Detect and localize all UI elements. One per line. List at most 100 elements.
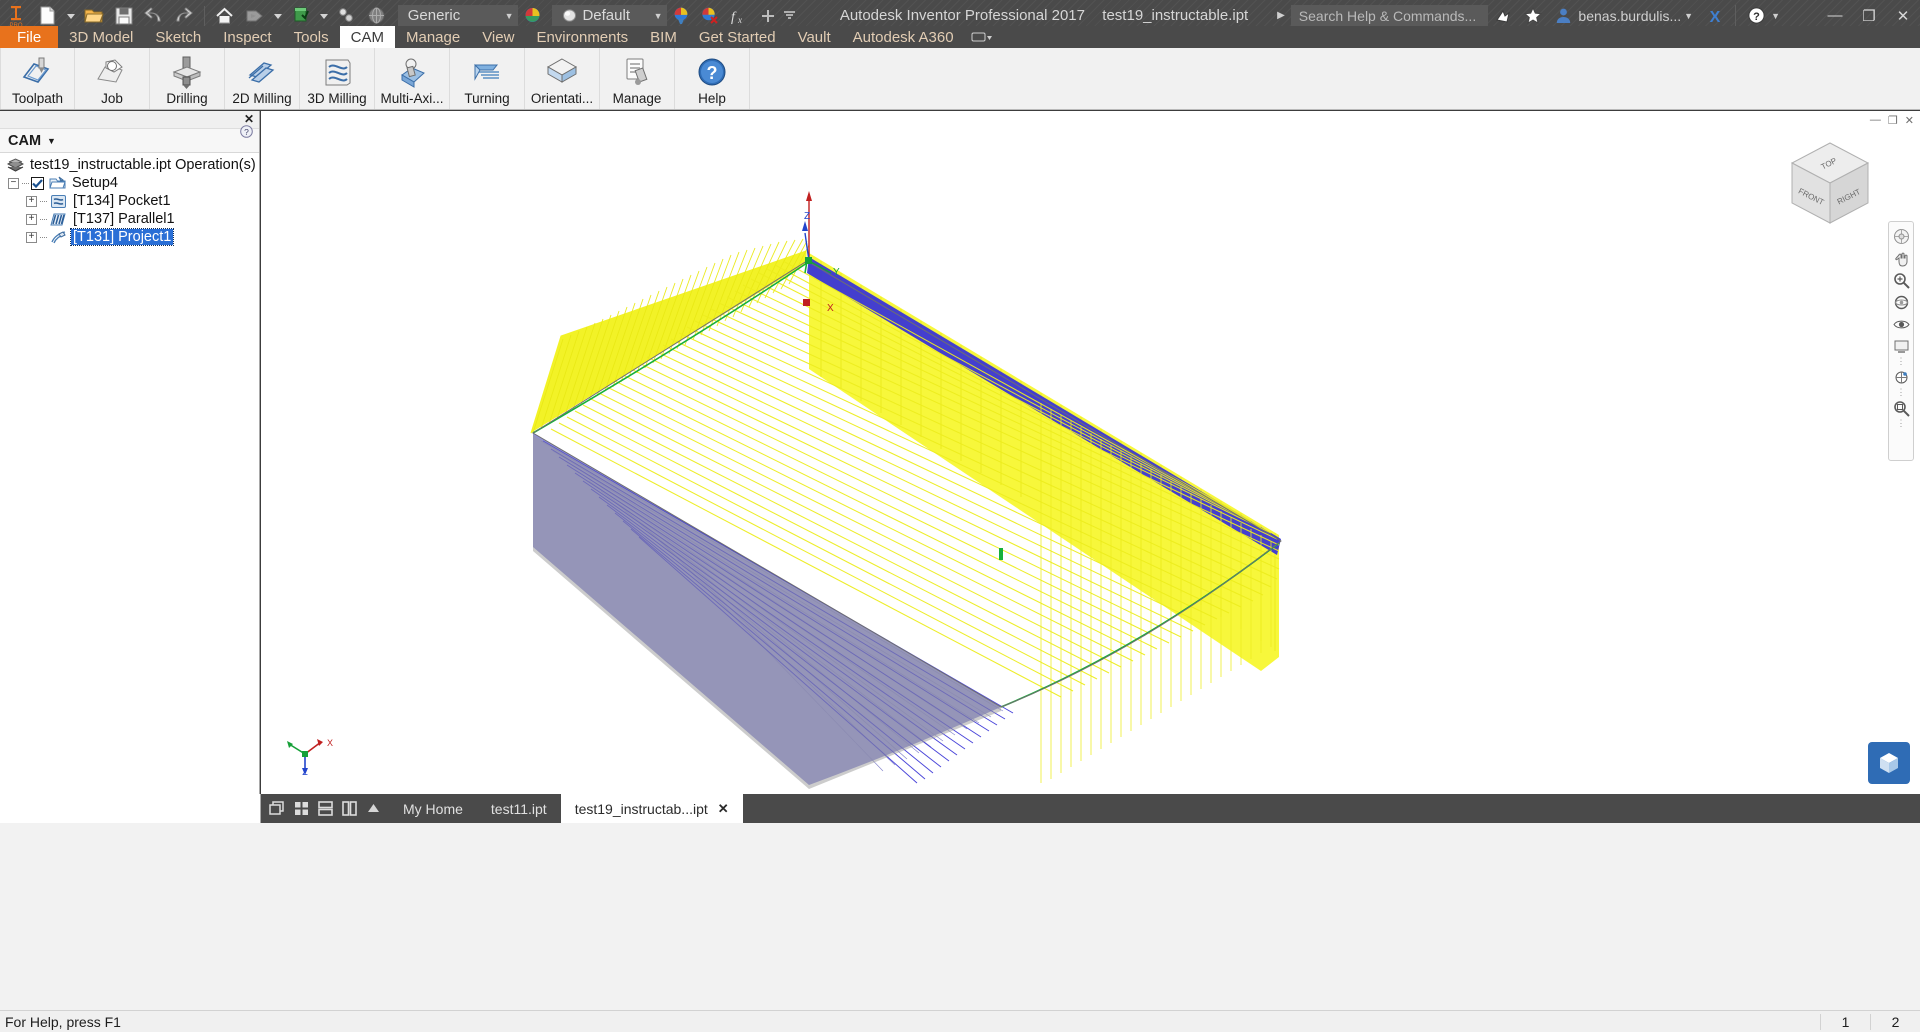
view-cube[interactable]: TOP FRONT RIGHT bbox=[1782, 137, 1878, 233]
ribbon-button-multi-axis[interactable]: Multi-Axi... bbox=[375, 48, 450, 109]
window-arrangement-tools bbox=[261, 794, 389, 823]
browser-header: ✕ bbox=[0, 111, 259, 129]
ribbon-tab-inspect[interactable]: Inspect bbox=[212, 26, 282, 48]
svg-text:Z: Z bbox=[804, 211, 810, 222]
cascade-windows-icon[interactable] bbox=[265, 794, 289, 823]
tree-item-document-root[interactable]: test19_instructable.ipt Operation(s) bbox=[0, 156, 259, 174]
ribbon-tab-file[interactable]: File bbox=[0, 26, 58, 48]
ribbon-tab-vault[interactable]: Vault bbox=[787, 26, 842, 48]
ribbon-empty-space bbox=[750, 48, 1920, 109]
tree-label-project1: [T131] Project1 bbox=[71, 229, 173, 245]
ribbon-tab-bim[interactable]: BIM bbox=[639, 26, 688, 48]
ribbon-button-drilling[interactable]: Drilling bbox=[150, 48, 225, 109]
navbar-separator-dots-2: ⋮ bbox=[1897, 389, 1906, 396]
multiaxis-icon bbox=[394, 53, 430, 91]
material-value: Generic bbox=[408, 7, 497, 24]
tree-expander-parallel1[interactable]: + bbox=[26, 214, 37, 225]
ribbon-button-3d-milling[interactable]: 3D Milling bbox=[300, 48, 375, 109]
milling2d-icon bbox=[244, 53, 280, 91]
chevron-down-icon: ▼ bbox=[505, 11, 514, 21]
ribbon-tab-cam[interactable]: CAM bbox=[340, 26, 395, 48]
constrained-orbit-icon[interactable] bbox=[1890, 367, 1912, 387]
svg-text:X: X bbox=[327, 738, 333, 748]
ribbon-button-help[interactable]: ? Help bbox=[675, 48, 750, 109]
ribbon-button-orientation[interactable]: Orientati... bbox=[525, 48, 600, 109]
ribbon-tab-environments[interactable]: Environments bbox=[525, 26, 639, 48]
ribbon-tab-manage[interactable]: Manage bbox=[395, 26, 471, 48]
material-combobox[interactable]: Generic ▼ bbox=[398, 5, 518, 27]
navbar-separator-dots-3: ⋮ bbox=[1897, 420, 1906, 427]
tree-item-setup4[interactable]: − Setup4 bbox=[0, 174, 259, 192]
ribbon-tab-view[interactable]: View bbox=[471, 26, 525, 48]
ribbon-tab-sketch[interactable]: Sketch bbox=[144, 26, 212, 48]
ribbon-label-orientation: Orientati... bbox=[531, 91, 593, 106]
ribbon-tab-autodesk-a360[interactable]: Autodesk A360 bbox=[842, 26, 965, 48]
tree-item-parallel1[interactable]: + [T137] Parallel1 bbox=[0, 210, 259, 228]
close-icon[interactable]: ✕ bbox=[718, 801, 729, 817]
ribbon-button-job[interactable]: Job bbox=[75, 48, 150, 109]
pan-icon[interactable] bbox=[1890, 248, 1912, 268]
status-cell-2: 2 bbox=[1870, 1014, 1920, 1030]
orientation-icon bbox=[544, 53, 580, 91]
help-menu-chevron-icon[interactable]: ▼ bbox=[1771, 11, 1780, 21]
svg-text:Y: Y bbox=[833, 267, 840, 278]
ribbon-button-toolpath[interactable]: Toolpath bbox=[0, 48, 75, 109]
svg-text:x: x bbox=[737, 15, 742, 25]
tree-item-pocket1[interactable]: + [T134] Pocket1 bbox=[0, 192, 259, 210]
tree-item-project1[interactable]: + [T131] Project1 bbox=[0, 228, 259, 246]
document-tab-test19[interactable]: test19_instructab...ipt ✕ bbox=[561, 794, 743, 823]
full-navigation-wheel-icon[interactable] bbox=[1890, 226, 1912, 246]
zoom-icon[interactable] bbox=[1890, 270, 1912, 290]
tile-vertical-icon[interactable] bbox=[337, 794, 361, 823]
appearance-combobox[interactable]: Default ▼ bbox=[552, 5, 666, 27]
svg-text:Z: Z bbox=[302, 767, 308, 776]
tile-horizontal-icon[interactable] bbox=[313, 794, 337, 823]
status-cells: 1 2 bbox=[1820, 1014, 1920, 1030]
tree-checkbox-setup4[interactable] bbox=[31, 177, 44, 190]
close-icon[interactable]: ✕ bbox=[244, 112, 254, 126]
zoom-all-icon[interactable] bbox=[1890, 398, 1912, 418]
manage-icon bbox=[619, 53, 655, 91]
tree-connector bbox=[40, 219, 47, 220]
ribbon-button-manage[interactable]: Manage bbox=[600, 48, 675, 109]
tree-expander-pocket1[interactable]: + bbox=[26, 196, 37, 207]
document-stack-icon bbox=[6, 157, 24, 173]
look-at-icon[interactable] bbox=[1890, 314, 1912, 334]
a360-cloud-button[interactable] bbox=[1868, 742, 1910, 784]
tree-label-parallel1: [T137] Parallel1 bbox=[71, 211, 177, 227]
graphics-viewport[interactable]: — ❐ ✕ bbox=[261, 111, 1920, 794]
browser-help-icon[interactable]: ? bbox=[240, 125, 253, 141]
display-settings-icon[interactable] bbox=[1890, 336, 1912, 356]
search-input[interactable]: Search Help & Commands... bbox=[1291, 5, 1489, 27]
status-area: For Help, press F1 1 2 bbox=[0, 823, 1920, 1032]
document-tab-my-home[interactable]: My Home bbox=[389, 794, 477, 823]
user-menu-chevron-icon[interactable]: ▼ bbox=[1684, 11, 1693, 21]
browser-cam-dropdown[interactable]: CAM ▼ bbox=[0, 129, 259, 153]
ribbon-tab-get-started[interactable]: Get Started bbox=[688, 26, 787, 48]
ribbon-button-turning[interactable]: Turning bbox=[450, 48, 525, 109]
svg-text:X: X bbox=[827, 303, 834, 314]
tabstrip-right-filler bbox=[743, 794, 1920, 823]
collapse-arrow-icon[interactable] bbox=[361, 794, 385, 823]
appearance-value: Default bbox=[582, 7, 645, 24]
search-expand-icon[interactable]: ▶ bbox=[1277, 10, 1285, 21]
user-name-label[interactable]: benas.burdulis... bbox=[1578, 8, 1681, 24]
chevron-down-icon[interactable]: ▼ bbox=[47, 136, 56, 146]
tabstrip-left-filler bbox=[0, 794, 261, 823]
ribbon-button-2d-milling[interactable]: 2D Milling bbox=[225, 48, 300, 109]
orbit-icon[interactable] bbox=[1890, 292, 1912, 312]
document-title: test19_instructable.ipt bbox=[1102, 7, 1248, 24]
ribbon-label-2d-milling: 2D Milling bbox=[232, 91, 291, 106]
tab-label-test11: test11.ipt bbox=[491, 801, 547, 817]
ribbon-tab-3d-model[interactable]: 3D Model bbox=[58, 26, 144, 48]
document-tab-test11[interactable]: test11.ipt bbox=[477, 794, 561, 823]
tile-windows-icon[interactable] bbox=[289, 794, 313, 823]
navigation-bar: ⋮ ⋮ ⋮ bbox=[1888, 221, 1914, 461]
ribbon-label-multi-axis: Multi-Axi... bbox=[380, 91, 443, 106]
ribbon-overflow-icon[interactable] bbox=[965, 26, 999, 48]
ribbon-tab-tools[interactable]: Tools bbox=[283, 26, 340, 48]
tree-connector bbox=[40, 201, 47, 202]
tree-expander-project1[interactable]: + bbox=[26, 232, 37, 243]
tree-expander-setup4[interactable]: − bbox=[8, 178, 19, 189]
svg-text:X: X bbox=[1710, 9, 1721, 25]
